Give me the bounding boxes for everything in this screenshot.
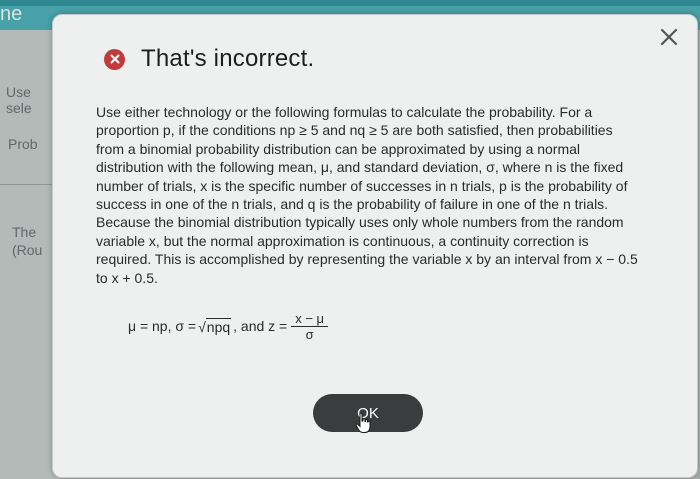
hand-pointer-icon: [355, 412, 371, 439]
background-text-use: Use: [6, 84, 31, 100]
background-text-the: The: [12, 224, 37, 240]
z-denominator: σ: [305, 326, 314, 342]
z-numerator: x − μ: [295, 310, 325, 326]
close-icon[interactable]: [654, 22, 684, 52]
dialog-title: That's incorrect.: [141, 45, 315, 72]
explanation-text: Use either technology or the following f…: [96, 104, 638, 286]
formula: μ = np, σ = √ npq , and z = x − μ σ: [128, 302, 329, 350]
formula-and-z: , and z =: [233, 318, 288, 334]
background-divider: [0, 184, 60, 185]
background-header-fragment: ne: [0, 3, 23, 25]
z-fraction: x − μ σ: [291, 310, 329, 342]
background-text-problem: Prob: [8, 136, 38, 152]
radical-sign-icon: √: [198, 318, 206, 335]
background-header-strip: [0, 0, 700, 6]
error-x-circle-icon: [104, 48, 125, 70]
formula-mean-sd: μ = np, σ =: [128, 318, 197, 334]
dialog-header: That's incorrect.: [104, 44, 314, 74]
background-text-select: sele: [6, 100, 32, 116]
square-root: √ npq: [198, 317, 232, 335]
background-text-round: (Rou: [12, 242, 43, 258]
sqrt-content: npq: [205, 317, 232, 335]
